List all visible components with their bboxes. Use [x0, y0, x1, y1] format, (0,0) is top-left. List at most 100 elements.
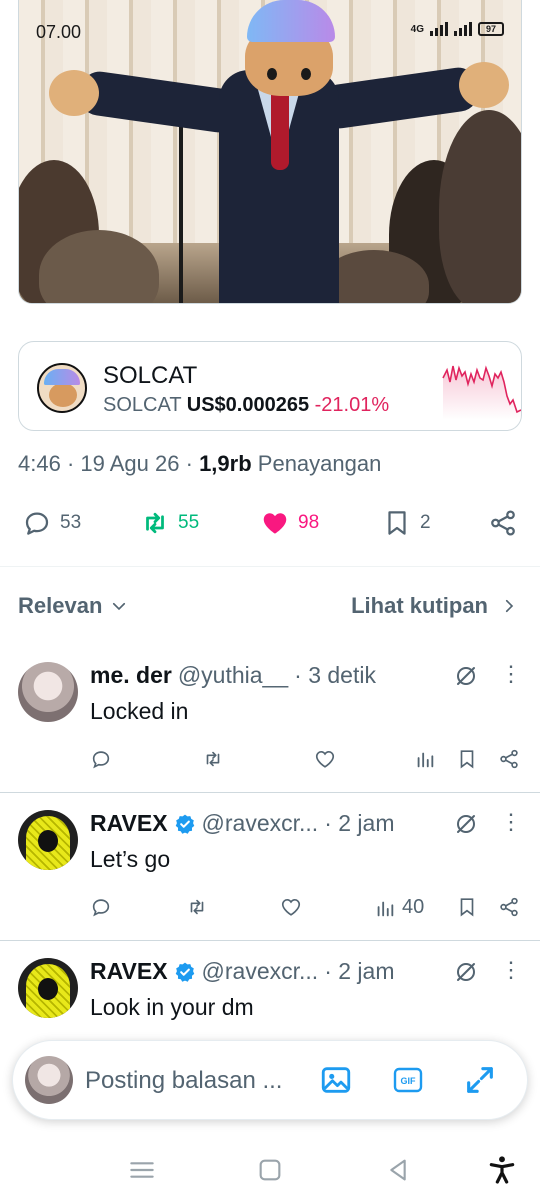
- repost-button[interactable]: 55: [140, 508, 199, 538]
- reply-views-button[interactable]: 40: [374, 896, 424, 919]
- reply-like-button[interactable]: [314, 748, 336, 770]
- reply-repost-button[interactable]: [202, 748, 224, 770]
- grok-icon[interactable]: [454, 812, 478, 836]
- like-count: 98: [298, 512, 320, 533]
- image-icon[interactable]: [319, 1063, 353, 1097]
- status-icons: 4G 97: [411, 22, 504, 36]
- reply-time: · 2 jam: [324, 958, 395, 984]
- reply-text: Locked in: [90, 698, 189, 724]
- reply-share-button[interactable]: [498, 896, 520, 918]
- bookmark-icon: [460, 898, 474, 917]
- views-icon: [417, 752, 434, 768]
- reply-item[interactable]: RAVEX @ravexcr... · 2 jam Let’s go ⋮ 40: [0, 810, 540, 956]
- reply-author-name[interactable]: RAVEX: [90, 958, 168, 985]
- recents-icon[interactable]: [126, 1154, 158, 1186]
- reply-time: · 2 jam: [324, 810, 395, 836]
- avatar-face: [38, 830, 58, 852]
- bookmark-button[interactable]: 2: [382, 508, 431, 538]
- system-navigation-bar: [0, 1140, 540, 1200]
- reply-compose-bar[interactable]: Posting balasan ... GIF: [12, 1040, 528, 1120]
- post-date: 19 Agu 26: [80, 451, 180, 476]
- reply-input[interactable]: Posting balasan ...: [85, 1067, 282, 1095]
- network-type: 4G: [410, 23, 424, 35]
- reply-share-button[interactable]: [498, 748, 520, 770]
- post-time: 4:46: [18, 451, 61, 476]
- repost-count: 55: [178, 512, 200, 533]
- share-button[interactable]: [488, 508, 518, 538]
- avatar-face: [38, 978, 58, 1000]
- reply-repost-button[interactable]: [186, 896, 208, 918]
- sort-relevance-dropdown[interactable]: Relevan: [18, 593, 128, 619]
- reply-views-button[interactable]: [414, 748, 442, 770]
- views-label: Penayangan: [257, 451, 382, 476]
- reply-author-name[interactable]: me. der: [90, 662, 172, 689]
- verified-badge-icon: [175, 962, 194, 982]
- gif-icon[interactable]: GIF: [391, 1063, 425, 1097]
- avatar[interactable]: [18, 810, 78, 870]
- share-icon: [500, 749, 518, 769]
- reply-icon: [25, 512, 49, 535]
- reply-icon: [92, 751, 110, 769]
- heart-filled-icon: [263, 513, 287, 534]
- reply-author-name[interactable]: RAVEX: [90, 810, 168, 837]
- home-icon[interactable]: [254, 1154, 286, 1186]
- reply-bookmark-button[interactable]: [456, 896, 478, 918]
- reply-header: RAVEX @ravexcr... · 2 jam: [90, 810, 395, 837]
- repost-icon: [206, 751, 220, 767]
- reply-bookmark-button[interactable]: [456, 748, 478, 770]
- view-quotes-label: Lihat kutipan: [351, 593, 488, 618]
- bookmark-count: 2: [420, 512, 431, 533]
- view-quotes-link[interactable]: Lihat kutipan: [351, 593, 518, 619]
- token-card[interactable]: SOLCAT SOLCAT US$0.000265 -21.01%: [18, 341, 522, 431]
- reply-icon: [92, 899, 110, 917]
- token-price-line: SOLCAT US$0.000265 -21.01%: [103, 394, 389, 417]
- more-options-icon[interactable]: ⋮: [500, 959, 522, 984]
- post-meta: 4:46 · 19 Agu 26 · 1,9rb Penayangan: [18, 451, 382, 476]
- reply-header: RAVEX @ravexcr... · 2 jam: [90, 958, 395, 985]
- status-bar: 07.00 4G 97: [0, 0, 540, 60]
- reply-author-handle: @yuthia__: [177, 662, 289, 688]
- status-time: 07.00: [36, 22, 82, 42]
- mic-stand: [179, 100, 183, 303]
- cat-tie: [271, 90, 289, 170]
- repost-icon: [146, 512, 164, 534]
- signal-icon: [454, 22, 472, 36]
- repost-icon: [190, 899, 204, 915]
- reply-time: · 3 detik: [294, 662, 376, 688]
- expand-icon[interactable]: [463, 1063, 497, 1097]
- share-icon: [500, 897, 518, 917]
- heart-icon: [281, 899, 301, 916]
- token-change: -21.01%: [314, 394, 390, 416]
- grok-icon[interactable]: [454, 664, 478, 688]
- cat-paw-left: [49, 70, 99, 116]
- cat-eye: [267, 68, 277, 80]
- reply-reply-button[interactable]: [90, 748, 112, 770]
- avatar[interactable]: [18, 958, 78, 1018]
- more-options-icon[interactable]: ⋮: [500, 663, 522, 688]
- bookmark-icon: [388, 511, 406, 535]
- reply-views-count: 40: [402, 896, 425, 918]
- battery-icon: 97: [478, 22, 504, 36]
- chevron-down-icon: [113, 602, 126, 611]
- heart-icon: [315, 751, 335, 768]
- more-options-icon[interactable]: ⋮: [500, 811, 522, 836]
- like-button[interactable]: 98: [260, 508, 319, 538]
- accessibility-icon[interactable]: [486, 1154, 518, 1186]
- grok-icon[interactable]: [454, 960, 478, 984]
- share-icon: [491, 510, 515, 536]
- reply-item[interactable]: me. der @yuthia__ · 3 detik Locked in ⋮: [0, 662, 540, 808]
- back-icon[interactable]: [382, 1154, 414, 1186]
- token-avatar: [37, 363, 87, 413]
- divider: [0, 792, 540, 793]
- avatar[interactable]: [18, 662, 78, 722]
- token-symbol: SOLCAT: [103, 394, 182, 416]
- reply-reply-button[interactable]: [90, 896, 112, 918]
- token-price: US$0.000265: [186, 394, 310, 416]
- reply-like-button[interactable]: [280, 896, 302, 918]
- cat-eye: [301, 68, 311, 80]
- reply-button[interactable]: 53: [22, 508, 81, 538]
- avatar: [25, 1056, 73, 1104]
- views-icon: [377, 901, 394, 916]
- reply-author-handle: @ravexcr...: [201, 810, 319, 836]
- reply-count: 53: [60, 512, 82, 533]
